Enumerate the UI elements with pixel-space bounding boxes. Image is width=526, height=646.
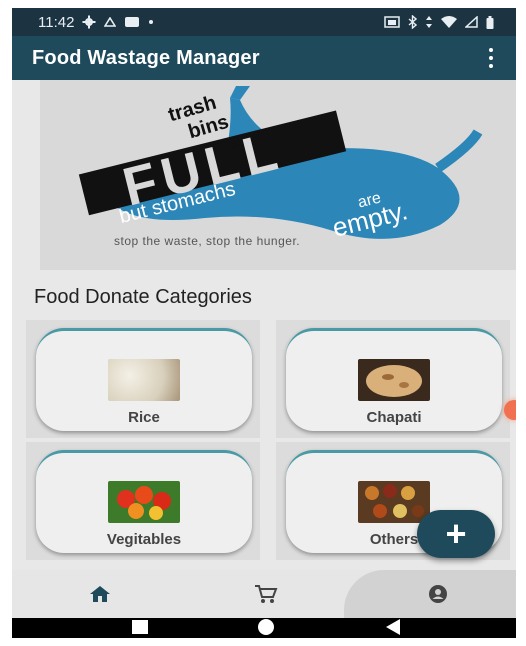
app-bar: Food Wastage Manager xyxy=(12,36,516,80)
back-button[interactable] xyxy=(386,619,400,635)
account-icon[interactable] xyxy=(424,582,452,606)
more-vert-icon[interactable] xyxy=(488,48,494,68)
wifi-icon xyxy=(441,16,457,28)
app-title: Food Wastage Manager xyxy=(32,46,260,69)
banner-image: trash bins are FULL but stomachs are emp… xyxy=(40,80,516,270)
notification-icon xyxy=(104,17,117,27)
bluetooth-icon xyxy=(408,15,417,29)
cast-icon xyxy=(384,16,400,28)
category-label: Chapati xyxy=(366,409,422,426)
section-title: Food Donate Categories xyxy=(34,286,252,308)
phone-screen: 11:42 Food Wastage Manager trash bins ar… xyxy=(12,8,516,638)
home-icon[interactable] xyxy=(86,582,114,606)
signal-icon xyxy=(465,16,478,28)
category-card-chapati[interactable]: Chapati xyxy=(286,328,502,431)
category-cell-rice: Rice xyxy=(26,320,260,438)
add-icon: + xyxy=(445,513,467,554)
category-card-vegetables[interactable]: Vegitables xyxy=(36,450,252,553)
main-content: trash bins are FULL but stomachs are emp… xyxy=(12,80,516,570)
dot-icon xyxy=(148,19,154,25)
bottom-nav xyxy=(12,570,516,618)
banner-tagline: stop the waste, stop the hunger. xyxy=(114,234,301,248)
system-navigation-bar xyxy=(12,618,516,638)
recents-button[interactable] xyxy=(132,620,148,634)
cart-icon[interactable] xyxy=(252,582,280,606)
settings-icon xyxy=(82,15,96,29)
category-label: Vegitables xyxy=(106,531,182,548)
category-cell-vegetables: Vegitables xyxy=(26,442,260,560)
category-cell-chapati: Chapati xyxy=(276,320,510,438)
status-time: 11:42 xyxy=(38,13,75,31)
home-button[interactable] xyxy=(258,619,274,635)
category-card-rice[interactable]: Rice xyxy=(36,328,252,431)
data-arrows-icon xyxy=(425,15,433,29)
status-bar: 11:42 xyxy=(12,8,516,36)
others-image xyxy=(358,481,430,523)
category-label: Rice xyxy=(128,409,160,426)
vegetables-image xyxy=(108,481,180,523)
messages-icon xyxy=(124,16,140,28)
battery-icon xyxy=(486,15,494,29)
rice-image xyxy=(108,359,180,401)
chapati-image xyxy=(358,359,430,401)
add-fab-button[interactable]: + xyxy=(417,510,495,558)
